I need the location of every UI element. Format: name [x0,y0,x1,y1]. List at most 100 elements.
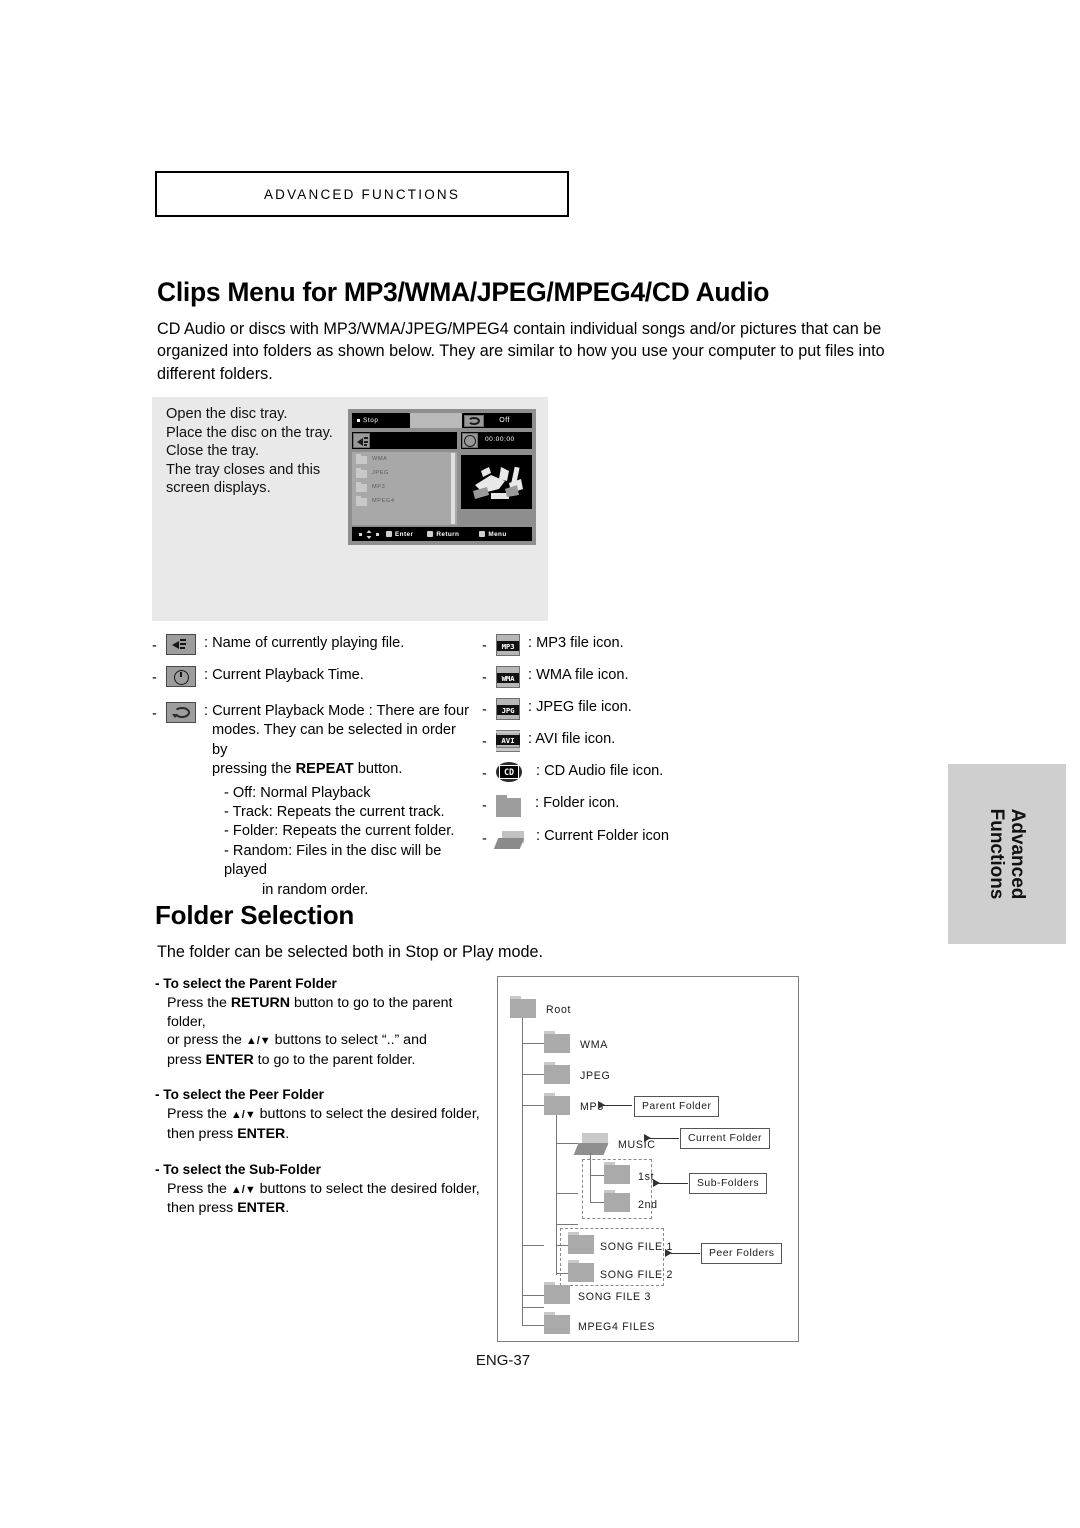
tree-folder-root[interactable] [510,995,536,1018]
procedure-body: Press the ▲/▼ buttons to select the desi… [167,1180,480,1217]
legend-item-avi: - AVI : AVI file icon. [482,730,616,752]
osd-return-button[interactable]: Return [413,531,459,538]
tree-folder-song-file-2[interactable] [568,1259,594,1282]
side-tab-advanced-functions: Advanced Functions [948,764,1066,944]
osd-menu-label: Menu [488,530,507,538]
tree-folder-1st[interactable] [604,1161,630,1184]
legend-item-label: : Folder icon. [535,795,620,811]
tree-folder-jpeg[interactable] [544,1061,570,1084]
osd-repeat-bar: Off [462,413,532,428]
tree-folder-music-current[interactable] [573,1133,610,1155]
osd-nav-icon [352,529,379,539]
legend-item-label: : CD Audio file icon. [536,763,664,779]
speaker-icon [353,433,370,448]
osd-return-label: Return [436,530,460,538]
list-item-label: MP3 [372,484,386,490]
legend-item-playtime: - : Current Playback Time. [152,666,364,687]
folder-selection-title: Folder Selection [155,900,355,930]
procedure-peer-folder: - To select the Peer Folder Press the ▲/… [155,1087,485,1143]
page-number: ENG-37 [475,1352,531,1369]
arrow-left-icon [665,1249,672,1257]
legend-item-label: : WMA file icon. [528,667,629,683]
intro-paragraph: CD Audio or discs with MP3/WMA/JPEG/MPEG… [157,320,885,383]
list-item-label: WMA [372,456,388,462]
procedure-parent-folder: - To select the Parent Folder Press the … [155,976,485,1069]
folder-selection-subtitle: The folder can be selected both in Stop … [157,943,544,961]
mp3-file-icon: MP3 [496,634,520,656]
callout-sub-folders: Sub-Folders [689,1173,768,1194]
pbm-line-2: modes. They can be selected in order by [212,722,456,758]
tree-label-wma: WMA [580,1039,608,1051]
tree-folder-mpeg4-files[interactable] [544,1311,570,1334]
osd-bottom-bar: Enter Return Menu [352,527,532,541]
osd-top-bar: Stop Off [352,413,532,428]
list-item[interactable]: JPEG [352,468,457,480]
pbm-mode-random-cont: in random order. [262,881,369,898]
legend-item-label: : MP3 file icon. [528,635,624,651]
callout-parent-folder: Parent Folder [634,1096,720,1117]
step-line-3: Close the tray. [166,443,260,460]
legend-item-jpeg: - JPG : JPEG file icon. [482,698,632,720]
list-item[interactable]: MP3 [352,482,457,494]
osd-top-spacer [410,413,462,428]
tree-label-jpeg: JPEG [580,1070,611,1082]
folder-icon [496,795,521,817]
legend-item-cd-audio: - CD : CD Audio file icon. [482,762,664,782]
step-line-5: screen displays. [166,480,271,497]
step-line-1: Open the disc tray. [166,406,288,422]
legend-column-right: - MP3 : MP3 file icon. - WMA : WMA file … [482,634,782,859]
legend-item-label: : AVI file icon. [528,731,616,747]
tree-label-song-file-1: SONG FILE 1 [600,1241,674,1253]
repeat-icon [166,702,196,723]
step-line-4: The tray closes and this [166,461,321,478]
side-tab-line-2: Functions [986,808,1007,900]
side-tab-line-1: Advanced [1007,808,1028,900]
return-key-icon [427,531,434,537]
step-line-2: Place the disc on the tray. [166,424,333,441]
osd-filename-bar [352,432,457,449]
page-footer: ENG-37 [0,1352,1080,1369]
list-item[interactable]: WMA [352,454,457,466]
osd-status-badge: Stop [352,413,410,428]
pbm-line-3: pressing the REPEAT button. [212,761,403,778]
tree-folder-mp3[interactable] [544,1092,570,1115]
legend-item-filename: - : Name of currently playing file. [152,634,405,655]
list-item[interactable]: MPEG4 [352,496,457,508]
osd-menu-button[interactable]: Menu [459,531,506,538]
legend-item-label: : Name of currently playing file. [204,635,405,651]
pbm-mode-random: - Random: Files in the disc will be play… [224,842,442,879]
legend-item-playback-mode: - : Current Playback Mode : There are fo… [152,702,472,900]
callout-peer-folders: Peer Folders [701,1243,783,1264]
osd-time-label: 00:00:00 [485,436,515,443]
pbm-mode-folder: - Folder: Repeats the current folder. [224,823,455,840]
osd-enter-button[interactable]: Enter [379,531,413,538]
procedure-title: - To select the Sub-Folder [155,1161,321,1177]
osd-file-list[interactable]: WMA JPEG MP3 MPEG4 [352,452,457,525]
tree-folder-song-file-1[interactable] [568,1231,594,1254]
folder-icon [356,468,367,478]
clock-icon [462,433,478,448]
tree-label-2nd: 2nd [638,1199,658,1211]
legend-item-label: : Current Folder icon [536,828,670,844]
menu-key-icon [479,531,486,537]
manual-page: ADVANCED FUNCTIONS Clips Menu for MP3/WM… [0,0,1080,1528]
playback-mode-description: : Current Playback Mode : There are four… [204,702,472,900]
legend-column-left: - : Name of currently playing file. - : … [152,634,472,910]
procedure-title: - To select the Peer Folder [155,1087,324,1103]
legend-item-current-folder: - : Current Folder icon [482,828,670,849]
enter-key-icon [386,531,392,537]
tree-folder-2nd[interactable] [604,1189,630,1212]
callout-current-folder: Current Folder [680,1128,770,1149]
osd-repeat-label: Off [499,417,510,424]
tree-folder-wma[interactable] [544,1030,570,1053]
procedure-body: Press the RETURN button to go to the par… [167,995,453,1068]
chapter-banner: ADVANCED FUNCTIONS [155,171,569,217]
osd-time-bar: 00:00:00 [461,432,532,449]
pbm-mode-off: - Off: Normal Playback [224,784,371,801]
tree-folder-song-file-3[interactable] [544,1281,570,1304]
folder-selection-procedures: - To select the Parent Folder Press the … [155,976,485,1236]
osd-screen-mock: Stop Off 00:00:00 WMA JPEG MP3 MPEG4 Ent… [348,409,536,545]
legend-item-label: : Current Playback Time. [204,667,364,683]
folder-icon [356,496,367,506]
legend-item-mp3: - MP3 : MP3 file icon. [482,634,624,656]
